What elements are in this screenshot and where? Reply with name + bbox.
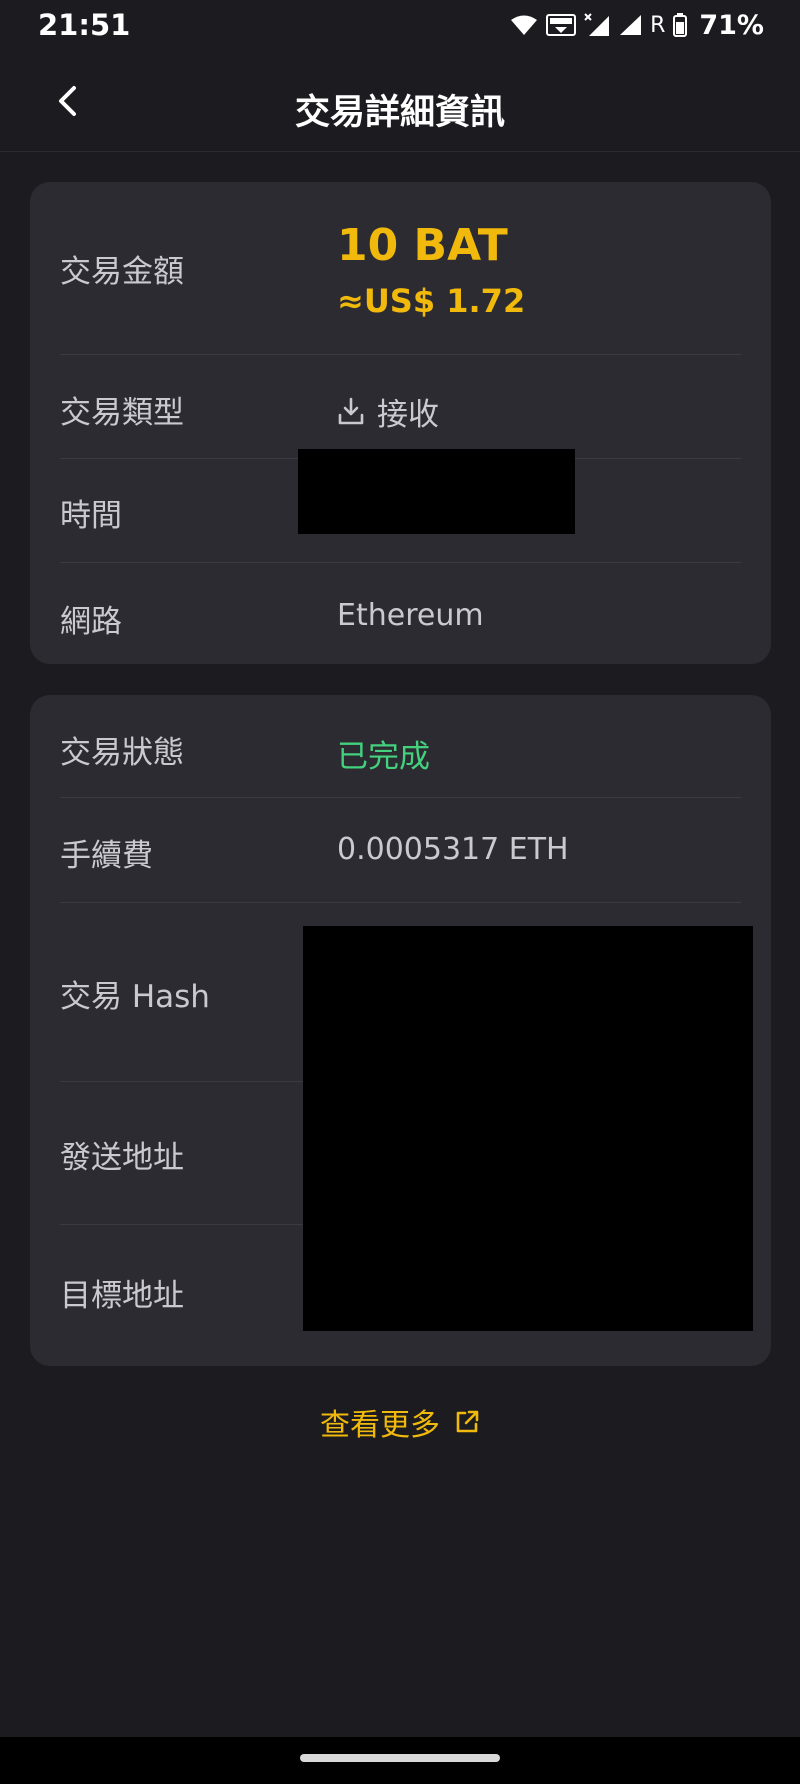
time-redacted (298, 449, 575, 534)
download-icon (338, 397, 364, 424)
status-bar: 21:51 R 71% (0, 0, 800, 50)
amount-usd-value: ≈US$ 1.72 (337, 282, 526, 320)
fee-label: 手續費 (60, 838, 153, 874)
status-row: 交易狀態 已完成 (60, 695, 741, 797)
amount-label: 交易金額 (60, 254, 184, 290)
to-address-label: 目標地址 (60, 1278, 184, 1314)
amount-row: 交易金額 10 BAT ≈US$ 1.72 (60, 182, 741, 354)
time-label: 時間 (60, 498, 122, 534)
from-address-label: 發送地址 (60, 1140, 184, 1176)
roaming-label: R (650, 12, 666, 38)
type-label: 交易類型 (60, 395, 184, 431)
network-value: Ethereum (337, 598, 484, 633)
signal-no-data-icon (584, 13, 610, 36)
type-value-wrap: 接收 (337, 389, 439, 434)
transaction-status-card: 交易狀態 已完成 手續費 0.0005317 ETH 交易 Hash 發送地址 … (30, 695, 771, 1366)
fee-value: 0.0005317 ETH (337, 832, 569, 867)
fee-row: 手續費 0.0005317 ETH (60, 798, 741, 902)
type-value: 接收 (377, 397, 439, 433)
header: 交易詳細資訊 (0, 50, 800, 152)
status-label: 交易狀態 (60, 735, 184, 771)
status-time: 21:51 (38, 8, 131, 42)
status-icons: R 71% (510, 10, 764, 41)
time-row: 時間 (60, 449, 741, 562)
status-value: 已完成 (337, 739, 430, 775)
hash-label: 交易 Hash (60, 979, 210, 1015)
vowifi-icon (546, 14, 577, 36)
wifi-icon (511, 15, 538, 35)
page-title: 交易詳細資訊 (294, 93, 505, 133)
amount-value: 10 BAT (337, 220, 508, 271)
type-row: 交易類型 接收 (60, 355, 741, 458)
transaction-details-card: 交易金額 10 BAT ≈US$ 1.72 交易類型 接收 時間 網路 Ethe… (30, 182, 771, 664)
network-row: 網路 Ethereum (60, 563, 741, 664)
network-label: 網路 (60, 604, 122, 640)
signal-icon (620, 15, 642, 35)
battery-icon (673, 13, 688, 37)
external-link-icon (456, 1410, 479, 1433)
view-more-label: 查看更多 (320, 1408, 440, 1443)
view-more-link[interactable]: 查看更多 (0, 1400, 800, 1444)
home-indicator[interactable] (300, 1754, 500, 1762)
battery-percent: 71% (699, 9, 764, 41)
address-redacted (303, 926, 753, 1331)
